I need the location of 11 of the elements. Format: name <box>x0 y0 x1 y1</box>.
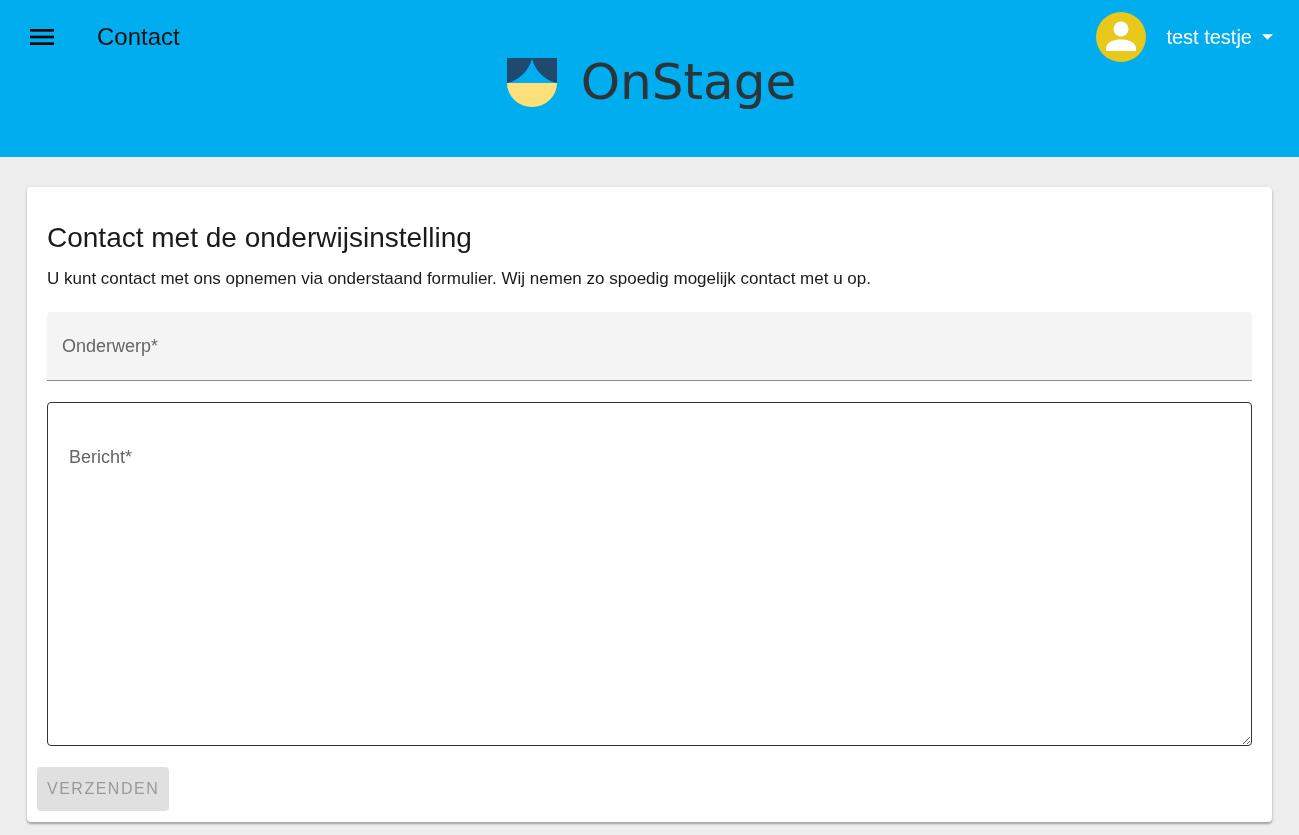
subject-field[interactable]: Onderwerp* <box>47 312 1252 381</box>
card-description: U kunt contact met ons opnemen via onderstaand formulier. Wij nemen zo spoedig mogelijk contact met u op. <box>47 268 872 290</box>
user-menu-button[interactable]: test testje <box>1096 12 1273 62</box>
card-title: Contact met de onderwijsinstelling <box>47 221 473 255</box>
message-field[interactable]: Bericht* <box>47 402 1252 746</box>
menu-icon <box>30 29 54 45</box>
caret-icon <box>1262 34 1273 40</box>
logo-text: OnStage <box>580 57 797 107</box>
avatar-icon <box>1096 12 1147 62</box>
logo-icon <box>506 57 557 107</box>
page-title: Contact <box>97 22 180 52</box>
